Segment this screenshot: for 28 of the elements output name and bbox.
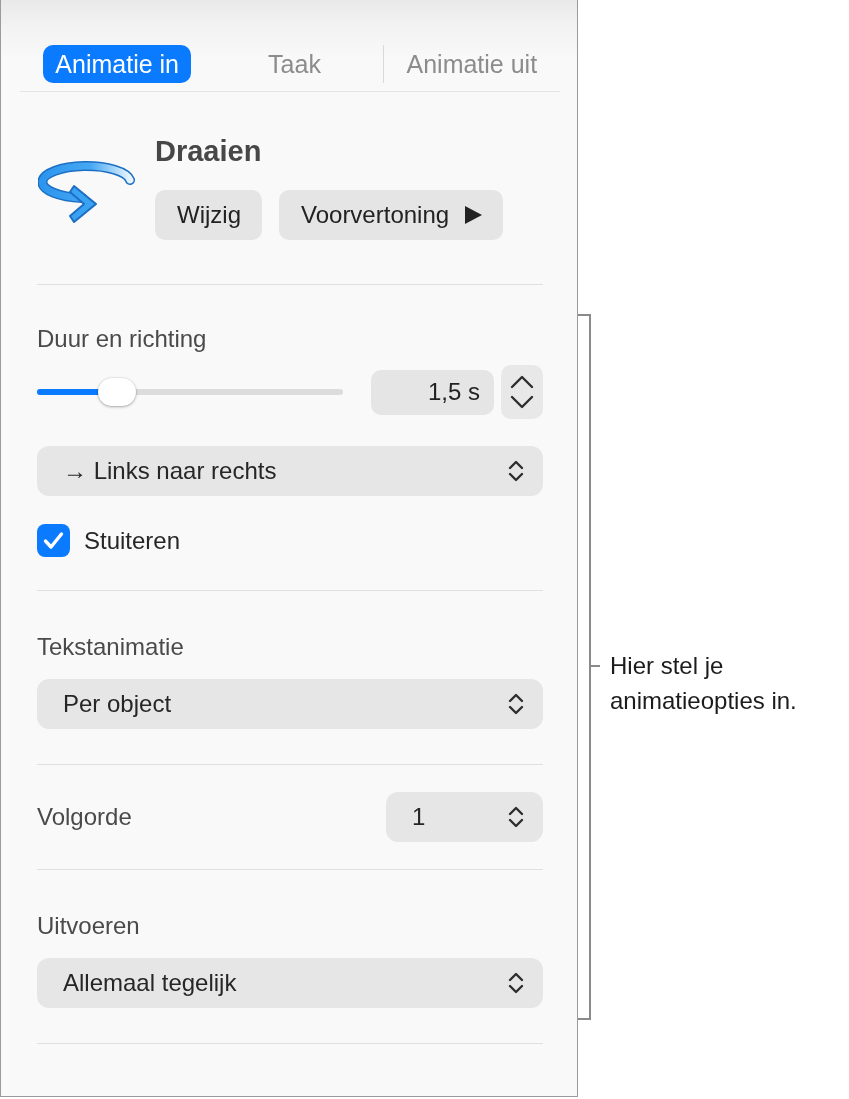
preview-button[interactable]: Voorvertoning [279,190,504,240]
change-button[interactable]: Wijzig [155,190,262,240]
stepper[interactable] [501,365,543,419]
rotation-arrow-icon [38,160,135,226]
section-heading: Tekstanimatie [37,632,185,662]
up-down-chevron-icon [508,971,524,995]
section-heading: Duur en richting [37,324,208,354]
checkbox-label: Stuiteren [84,526,181,555]
tab[interactable]: Animatie in [43,45,191,83]
up-down-chevron-icon [508,805,524,829]
callout-text: Hier stel je animatieopties in. [610,651,798,716]
chevron-up-icon [510,375,534,389]
text-animation-dropdown[interactable]: Per object [37,679,543,729]
section-heading: Uitvoeren [37,911,141,941]
delivery-dropdown[interactable]: Allemaal tegelijk [37,958,543,1008]
duration-field[interactable]: 1,5 s [371,369,494,415]
order-dropdown[interactable]: 1 [386,792,543,842]
checkbox[interactable] [37,524,70,557]
effect-title: Draaien [155,134,263,169]
direction-dropdown[interactable]: → Links naar rechts [37,446,543,496]
up-down-chevron-icon [508,459,524,483]
play-icon [465,206,483,224]
section-heading: Volgorde [37,802,132,832]
slider-track[interactable] [37,377,343,407]
checkmark-icon [43,531,64,550]
up-down-chevron-icon [508,692,524,716]
chevron-down-icon [510,395,534,409]
slider-thumb[interactable] [97,378,136,406]
